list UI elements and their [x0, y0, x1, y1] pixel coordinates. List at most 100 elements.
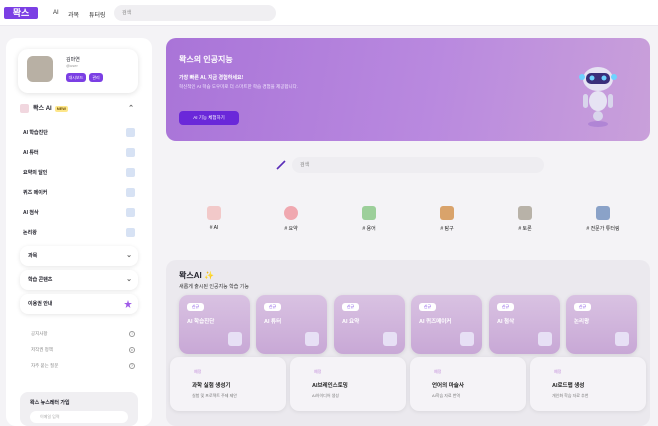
card-name: AI 퀴즈메이커 — [419, 319, 452, 325]
card-desc: 개인화 학습 자료 추천 — [552, 393, 589, 398]
diagnosis-icon — [126, 128, 135, 137]
newsletter-title: 뫅스 뉴스레터 가입 — [30, 400, 70, 406]
sidebar-item-label: 퀴즈 메이커 — [23, 190, 48, 196]
category-ai[interactable]: # AI — [194, 206, 234, 236]
link-label: 자주 묻는 질문 — [31, 363, 59, 368]
link-faq[interactable]: 자주 묻는 질문? — [31, 361, 135, 371]
diagnosis-icon — [228, 332, 242, 346]
card-name: AI 학습진단 — [187, 319, 215, 325]
upcoming-card-science[interactable]: 예정 과학 실험 생성기 실험 및 프로젝트 주제 제안 — [170, 357, 286, 411]
ai-frame-icon — [207, 206, 221, 220]
group-label: 과목 — [28, 253, 38, 259]
sidebar-item-label: 논리왕 — [23, 230, 37, 236]
category-terms[interactable]: # 용어 — [349, 206, 389, 236]
swords-icon — [518, 206, 532, 220]
category-summary[interactable]: # 요약 — [271, 206, 311, 236]
sidebar-ai-label: 뫅스 AI — [33, 106, 52, 112]
chevron-up-icon: ⌃ — [128, 105, 134, 112]
book-icon — [362, 206, 376, 220]
new-tag: 신규 — [342, 303, 359, 311]
section-title: 뫅스AI ✨ — [179, 271, 214, 280]
card-logic[interactable]: 신규 논리왕 — [566, 295, 637, 354]
tutor-icon — [126, 148, 135, 157]
upcoming-tag: 예정 — [554, 369, 562, 374]
upcoming-card-brainstorm[interactable]: 예정 AI브레인스토밍 AI아이디어 생성 — [290, 357, 406, 411]
card-ai-correction[interactable]: 신규 AI 첨삭 — [489, 295, 560, 354]
manage-button[interactable]: 관리 — [89, 73, 103, 82]
sidebar-group-pass[interactable]: 이용권 안내 — [20, 294, 138, 314]
link-label: 공지사항 — [31, 331, 48, 336]
card-ai-quiz[interactable]: 신규 AI 퀴즈메이커 — [411, 295, 482, 354]
try-ai-button[interactable]: AI 기능 체험하기 — [179, 111, 239, 125]
link-label: 저작권 정책 — [31, 347, 53, 352]
category-label: # 요약 — [284, 226, 298, 232]
category-expert-tutoring[interactable]: # 전문가 튜터링 — [578, 206, 628, 236]
sidebar-item-ai-diagnosis[interactable]: AI 학습진단 — [23, 127, 135, 139]
upcoming-card-language[interactable]: 예정언어의 마술사 AI학습 자료 번역 — [410, 357, 526, 411]
card-ai-summary[interactable]: 신규 AI 요약 — [334, 295, 405, 354]
quiz-icon — [126, 188, 135, 197]
link-notice[interactable]: 공지사항! — [31, 329, 135, 339]
sidebar-item-correction[interactable]: AI 첨삭 — [23, 207, 135, 219]
link-copyright[interactable]: 저작권 정책 c — [31, 345, 135, 355]
main-search-input[interactable]: 검색 — [292, 157, 544, 173]
correction-icon — [126, 208, 135, 217]
new-tag: 신규 — [419, 303, 436, 311]
ai-feature-section: 뫅스AI ✨ 새롭게 출시된 인공지능 학습 기능 신규 AI 학습진단 신규 AI… — [166, 260, 650, 426]
summary-icon — [126, 168, 135, 177]
newsletter-email-input[interactable]: 이메일 입력 — [30, 411, 128, 423]
sidebar-item-label: 요약의 달인 — [23, 170, 48, 176]
card-name: 언어의 마술사 — [432, 383, 464, 389]
card-ai-tutor[interactable]: 신규 AI 튜터 — [256, 295, 327, 354]
tutor-icon — [596, 206, 610, 220]
category-debate[interactable]: # 토론 — [505, 206, 545, 236]
profile-id: @user — [66, 63, 78, 68]
nav-tutoring[interactable]: 튜터링 — [89, 10, 106, 19]
correction-icon — [538, 332, 552, 346]
chevron-down-icon: ⌄ — [126, 276, 132, 283]
category-label: # 용어 — [362, 226, 376, 232]
card-name: 논리왕 — [574, 319, 590, 325]
quiz-icon — [460, 332, 474, 346]
sidebar-item-logic[interactable]: 논리왕 — [23, 227, 135, 239]
dashboard-button[interactable]: 대시보드 — [66, 73, 86, 82]
tutor-icon — [305, 332, 319, 346]
hero-banner: 뫅스의 인공지능 가장 빠른 AI, 지금 경험하세요! 혁신적인 AI 학습 … — [166, 38, 650, 141]
top-bar: 뫅스 AI 과목 튜터링 검색 — [0, 0, 658, 26]
pencil-icon — [276, 160, 286, 170]
summary-icon — [383, 332, 397, 346]
upcoming-tag: 예정 — [434, 369, 442, 374]
logo[interactable]: 뫅스 — [4, 7, 38, 19]
nav-ai[interactable]: AI — [53, 10, 59, 16]
group-label: 학습 콘텐츠 — [28, 277, 53, 283]
sidebar-group-subjects[interactable]: 과목 ⌄ — [20, 246, 138, 266]
search-input[interactable]: 검색 — [114, 5, 276, 21]
sidebar-item-quiz[interactable]: 퀴즈 메이커 — [23, 187, 135, 199]
card-name: AI 요약 — [342, 319, 360, 325]
sidebar-item-summary[interactable]: 요약의 달인 — [23, 167, 135, 179]
robot-illustration — [579, 67, 617, 127]
alert-icon: ! — [129, 331, 135, 337]
upcoming-card-roadmap[interactable]: 예정 AI로드맵 생성개인화 학습 자료 추천 — [530, 357, 646, 411]
ai-icon — [20, 103, 29, 113]
card-name: AI로드맵 생성 — [552, 383, 585, 389]
logic-icon — [126, 228, 135, 237]
sidebar-ai-header[interactable]: 뫅스 AI NEW ⌃ — [20, 101, 138, 117]
nav-subjects[interactable]: 과목 — [68, 10, 79, 19]
category-research[interactable]: # 탐구 — [427, 206, 467, 236]
hero-title: 뫅스의 인공지능 — [179, 55, 233, 64]
sidebar-item-label: AI 튜터 — [23, 150, 39, 156]
upcoming-tag: 예정 — [194, 369, 202, 374]
sidebar-item-label: AI 첨삭 — [23, 210, 39, 216]
card-ai-diagnosis[interactable]: 신규 AI 학습진단 — [179, 295, 250, 354]
category-label: # 토론 — [518, 226, 532, 232]
upcoming-tag: 예정 — [314, 369, 322, 374]
sidebar-group-content[interactable]: 학습 콘텐츠 ⌄ — [20, 270, 138, 290]
help-icon: ? — [129, 363, 135, 369]
card-desc: AI학습 자료 번역 — [432, 393, 461, 398]
card-name: AI 튜터 — [264, 319, 282, 325]
card-name: AI 첨삭 — [497, 319, 515, 325]
profile-name: 김마연 — [66, 57, 80, 63]
sidebar-item-ai-tutor[interactable]: AI 튜터 — [23, 147, 135, 159]
avatar — [27, 56, 53, 82]
